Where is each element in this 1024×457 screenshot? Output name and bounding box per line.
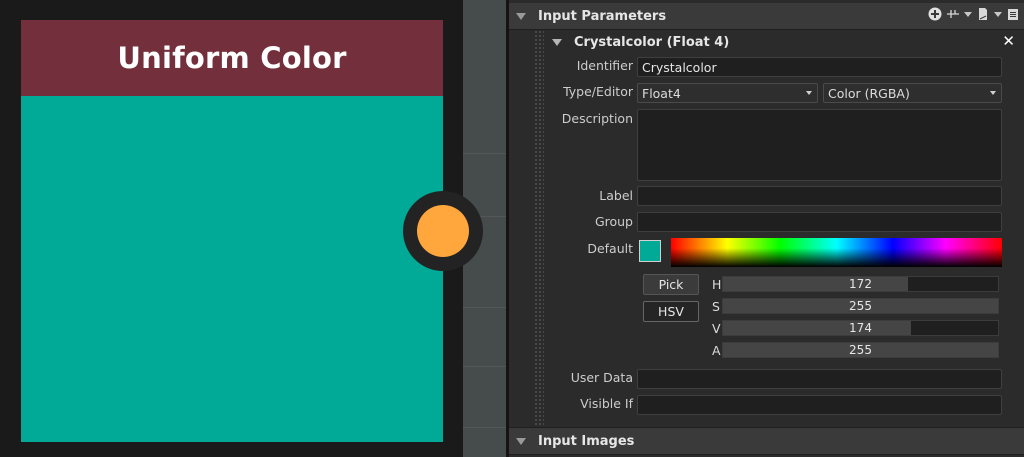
user-data-label: User Data: [570, 370, 633, 385]
output-connector[interactable]: [403, 191, 483, 271]
editor-dropdown[interactable]: Color (RGBA): [823, 83, 1002, 103]
grid-line: [462, 153, 506, 154]
identifier-input[interactable]: Crystalcolor: [637, 57, 1002, 77]
node-color-preview: [21, 96, 443, 442]
identifier-label: Identifier: [576, 58, 633, 73]
collapse-arrow-icon[interactable]: [516, 12, 526, 20]
default-label: Default: [587, 241, 633, 256]
input-images-header[interactable]: Input Images: [509, 427, 1024, 455]
chevron-down-icon: [990, 91, 996, 95]
description-label: Description: [561, 111, 633, 126]
visible-if-input[interactable]: [637, 395, 1002, 415]
editor-dropdown-value: Color (RGBA): [828, 86, 910, 101]
slider-value: 255: [849, 299, 872, 313]
parameter-header[interactable]: Crystalcolor (Float 4) ✕: [549, 30, 1019, 54]
output-connector-dot[interactable]: [417, 205, 469, 257]
color-spectrum-picker[interactable]: [671, 238, 1002, 267]
slider-value: 174: [849, 321, 872, 335]
header-toolbar: [928, 7, 1020, 21]
type-dropdown[interactable]: Float4: [637, 83, 818, 103]
grid-line: [462, 307, 506, 308]
slider-s[interactable]: 255: [722, 298, 999, 314]
user-data-input[interactable]: [637, 369, 1002, 389]
hsv-button[interactable]: HSV: [643, 301, 699, 322]
graph-canvas[interactable]: Uniform Color: [0, 0, 506, 457]
section-title: Input Images: [538, 433, 635, 449]
chevron-down-icon[interactable]: [994, 11, 1002, 17]
connect-icon[interactable]: [946, 7, 960, 21]
group-label: Group: [594, 214, 633, 229]
slider-h[interactable]: 172: [722, 276, 999, 292]
node-header[interactable]: Uniform Color: [21, 20, 443, 96]
description-textarea[interactable]: [637, 109, 1002, 181]
chevron-down-icon[interactable]: [964, 11, 972, 17]
close-icon[interactable]: ✕: [1002, 32, 1015, 50]
label-input[interactable]: [637, 186, 1002, 206]
input-parameters-header[interactable]: Input Parameters: [509, 3, 1024, 30]
type-dropdown-value: Float4: [642, 86, 681, 101]
grid-line: [462, 427, 506, 428]
grid-line: [462, 366, 506, 367]
group-input[interactable]: [637, 212, 1002, 232]
slider-a[interactable]: 255: [722, 342, 999, 358]
properties-panel: Input Parameters Crystalcolor (Float 4) …: [509, 0, 1024, 457]
visible-if-label: Visible If: [580, 396, 633, 411]
collapse-arrow-icon[interactable]: [552, 38, 562, 46]
node-title: Uniform Color: [117, 41, 347, 75]
label-label: Label: [599, 188, 633, 203]
slider-value: 172: [849, 277, 872, 291]
page-icon[interactable]: [976, 7, 990, 21]
uniform-color-node[interactable]: Uniform Color: [0, 0, 463, 457]
document-icon[interactable]: [1006, 7, 1020, 21]
slider-value: 255: [849, 343, 872, 357]
chevron-down-icon: [806, 91, 812, 95]
type-editor-label: Type/Editor: [563, 84, 633, 99]
pick-button[interactable]: Pick: [643, 274, 699, 295]
collapse-arrow-icon[interactable]: [516, 437, 526, 445]
section-title: Input Parameters: [538, 8, 667, 24]
add-icon[interactable]: [928, 7, 942, 21]
default-color-swatch[interactable]: [639, 240, 661, 262]
slider-v[interactable]: 174: [722, 320, 999, 336]
parameter-title: Crystalcolor (Float 4): [574, 34, 730, 50]
